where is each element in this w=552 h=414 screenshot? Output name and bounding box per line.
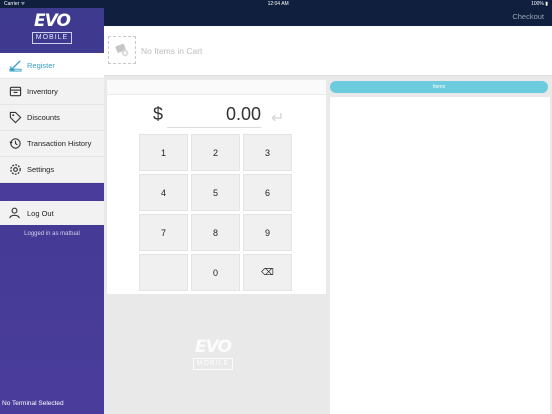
keypad-header — [107, 80, 326, 95]
key-1[interactable]: 1 — [139, 134, 188, 171]
sidebar-menu: Register Inventory Discounts Transaction… — [0, 53, 104, 183]
cart-row: No Items in Cart — [104, 26, 552, 76]
sidebar-item-label: Settings — [27, 165, 55, 174]
logout-button[interactable]: Log Out — [0, 201, 104, 225]
background-logo: EVO MOBILE — [188, 338, 238, 370]
sidebar-item-label: Discounts — [27, 113, 60, 122]
keypad-card: $ 0.00 ↵ 1 2 3 4 5 6 7 8 9 0 ⌫ — [107, 80, 326, 294]
brand-logo: EVO MOBILE — [28, 12, 76, 46]
enter-icon[interactable]: ↵ — [271, 108, 284, 128]
key-7[interactable]: 7 — [139, 214, 188, 251]
top-bar: Checkout — [104, 8, 552, 26]
status-bar: Carrier ᯤ 12:04 AM 100% ▮ — [0, 0, 552, 8]
key-9[interactable]: 9 — [243, 214, 292, 251]
sidebar-item-label: Transaction History — [27, 139, 92, 148]
empty-cart-message: No Items in Cart — [141, 46, 203, 56]
sidebar-divider — [0, 184, 104, 201]
key-0[interactable]: 0 — [191, 254, 240, 291]
sidebar-item-label: Register — [27, 61, 55, 70]
register-icon — [8, 59, 22, 73]
logout-label: Log Out — [27, 208, 54, 218]
battery-label: 100% ▮ — [531, 1, 548, 7]
sidebar: EVO MOBILE Register Inventory Discounts — [0, 0, 104, 414]
cart-icon — [108, 36, 136, 64]
keypad-panel: $ 0.00 ↵ 1 2 3 4 5 6 7 8 9 0 ⌫ EVO MOBIL… — [104, 76, 328, 414]
carrier-label: Carrier ᯤ — [4, 1, 26, 7]
sidebar-item-transaction-history[interactable]: Transaction History — [0, 131, 104, 157]
backspace-icon: ⌫ — [261, 267, 274, 277]
brand-sub: MOBILE — [32, 32, 72, 44]
sidebar-item-register[interactable]: Register — [0, 53, 104, 79]
amount-display: $ 0.00 ↵ — [107, 100, 326, 128]
checkout-button[interactable]: Checkout — [512, 12, 544, 21]
sidebar-item-label: Inventory — [27, 87, 58, 96]
key-4[interactable]: 4 — [139, 174, 188, 211]
backspace-key[interactable]: ⌫ — [243, 254, 292, 291]
sidebar-item-settings[interactable]: Settings — [0, 157, 104, 183]
terminal-status[interactable]: No Terminal Selected — [2, 400, 64, 407]
keypad: 1 2 3 4 5 6 7 8 9 0 ⌫ — [139, 134, 299, 291]
sidebar-item-discounts[interactable]: Discounts — [0, 105, 104, 131]
items-panel: Items — [328, 76, 552, 414]
key-8[interactable]: 8 — [191, 214, 240, 251]
amount-input[interactable]: 0.00 — [167, 104, 261, 128]
key-2[interactable]: 2 — [191, 134, 240, 171]
items-list — [330, 97, 550, 414]
key-3[interactable]: 3 — [243, 134, 292, 171]
history-icon — [8, 137, 22, 151]
currency-symbol: $ — [153, 104, 164, 124]
key-blank — [139, 254, 188, 291]
user-icon — [8, 206, 22, 220]
brand-mark: EVO — [34, 11, 71, 31]
settings-icon — [8, 163, 22, 177]
inventory-icon — [8, 85, 22, 99]
sidebar-item-inventory[interactable]: Inventory — [0, 79, 104, 105]
background-logo-sub: MOBILE — [193, 358, 233, 370]
logged-in-label: Logged in as mattual — [24, 231, 80, 237]
discounts-icon — [8, 111, 22, 125]
items-button[interactable]: Items — [330, 81, 548, 93]
key-5[interactable]: 5 — [191, 174, 240, 211]
key-6[interactable]: 6 — [243, 174, 292, 211]
clock: 12:04 AM — [267, 1, 289, 7]
background-logo-mark: EVO — [195, 337, 232, 357]
